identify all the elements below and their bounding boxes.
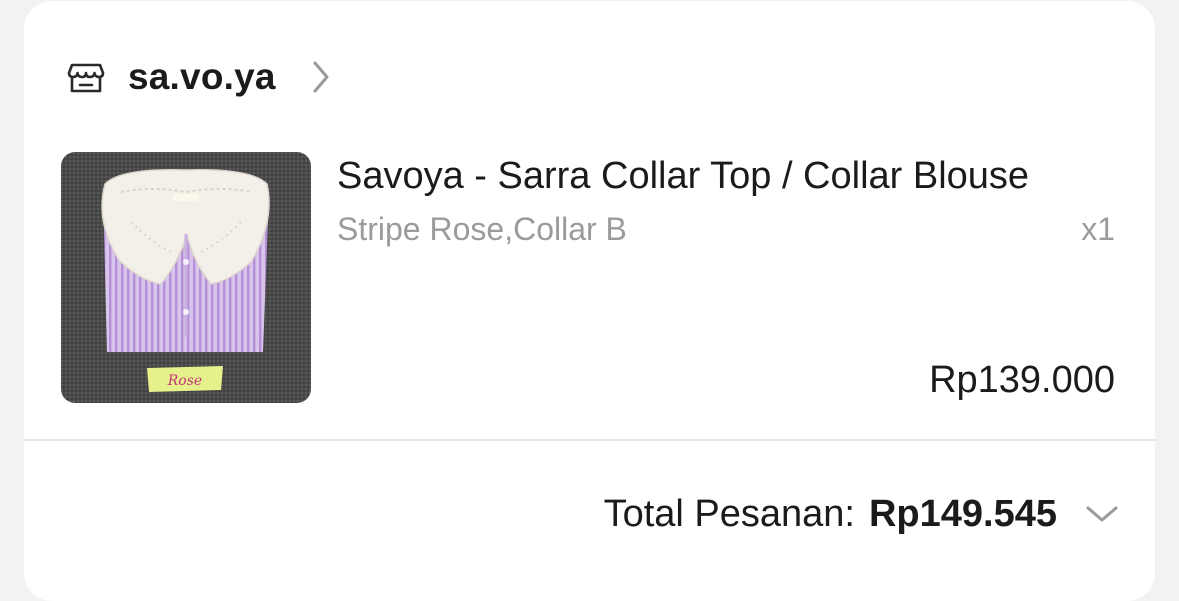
- product-title[interactable]: Savoya - Sarra Collar Top / Collar Blous…: [337, 151, 1127, 201]
- product-image[interactable]: Rose: [61, 152, 311, 403]
- order-card: sa.vo.ya Rose Savoya - Sarra Collar Top …: [24, 1, 1155, 601]
- shop-icon: [67, 63, 105, 93]
- chevron-right-icon: [313, 61, 329, 93]
- product-quantity: x1: [1081, 211, 1115, 247]
- chevron-down-icon: [1086, 506, 1118, 522]
- shop-name: sa.vo.ya: [128, 56, 276, 97]
- order-total-label: Total Pesanan:: [603, 492, 855, 535]
- order-total-value: Rp149.545: [868, 492, 1057, 535]
- product-variant: Stripe Rose,Collar B: [337, 211, 627, 247]
- order-total-toggle[interactable]: Total Pesanan: Rp149.545: [604, 489, 1119, 539]
- divider: [24, 439, 1155, 441]
- shop-header[interactable]: sa.vo.ya: [66, 49, 330, 105]
- product-price: Rp139.000: [929, 359, 1115, 401]
- product-image-tag: Rose: [167, 373, 202, 389]
